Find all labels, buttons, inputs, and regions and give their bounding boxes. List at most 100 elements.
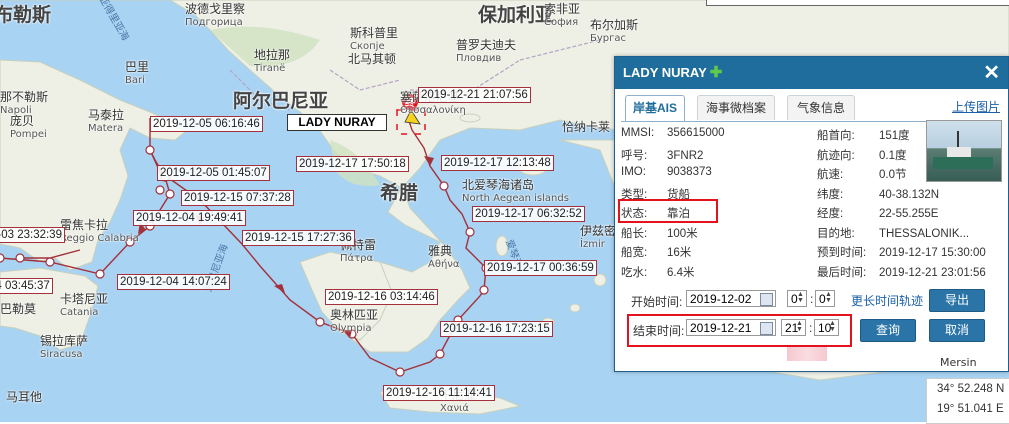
track-point-label[interactable]: 2019-12-17 00:36:59	[484, 260, 597, 276]
tab-maritime-archive[interactable]: 海事微档案	[697, 95, 775, 120]
start-hour-input[interactable]: 0 ▲ ▼	[787, 290, 807, 307]
start-minute-input[interactable]: 0 ▲ ▼	[815, 290, 835, 307]
city-label-northaegean: 北爱琴海诸岛 North Aegean islands	[462, 176, 569, 204]
city-label-podgorica: 波德戈里察 Подгорица	[185, 0, 245, 28]
end-minute-input[interactable]: 10 ▲ ▼	[814, 319, 839, 336]
city-local-name: Catania	[60, 307, 99, 318]
field-key: 经度:	[817, 208, 844, 220]
track-point-label[interactable]: 2019-12-04 19:49:41	[133, 210, 246, 226]
city-label-syracuse: 锡拉库萨 Siracusa	[40, 332, 88, 360]
city-name: 恰纳卡莱	[562, 120, 611, 134]
city-local-name: North Aegean islands	[462, 193, 569, 204]
field-value: 9038373	[667, 166, 712, 178]
vessel-field-row: 船首向: 151度	[817, 127, 910, 143]
track-point-label[interactable]: 2019-12-15 17:27:36	[242, 230, 355, 246]
city-label-catanzaro: 卡塔尼亚 Catania	[60, 290, 108, 318]
start-date-input[interactable]: 2019-12-02	[686, 290, 776, 307]
track-point-label[interactable]: 04 03:45:37	[0, 278, 53, 294]
country-label-greece: 希腊	[380, 182, 419, 204]
vessel-photo[interactable]	[926, 120, 1002, 182]
track-point-label[interactable]: 2019-12-16 03:14:46	[325, 289, 438, 305]
vessel-field-row: 呼号: 3FNR2	[621, 147, 703, 163]
vessel-field-row: MMSI: 356615000	[621, 127, 725, 139]
city-label-tirana: 地拉那 Tiranë	[254, 46, 290, 74]
track-point-label[interactable]: 2019-12-21 21:07:56	[418, 87, 531, 103]
tab-weather[interactable]: 气象信息	[787, 95, 855, 120]
city-label-malta: 马耳他	[6, 388, 42, 405]
field-key: 呼号:	[621, 149, 648, 162]
field-value: THESSALONIK...	[879, 227, 970, 240]
city-local-name: Αθήνα	[428, 259, 460, 270]
track-point-label[interactable]: 2019-12-05 06:16:46	[150, 116, 263, 132]
end-time-label: 结束时间:	[633, 324, 685, 338]
track-point-label[interactable]: 2019-12-16 17:23:15	[440, 321, 553, 337]
city-local-name: София	[544, 17, 579, 28]
status-highlight-box	[618, 199, 718, 223]
city-name: 巴勒莫	[0, 302, 37, 316]
ship-name-tag[interactable]: LADY NURAY	[287, 114, 387, 131]
track-point-label[interactable]: 2019-12-16 11:14:41	[383, 385, 495, 401]
country-label-bulgarian-edge: 布勒斯	[0, 4, 52, 26]
city-label-palermo: 巴勒莫	[0, 300, 36, 317]
calendar-icon[interactable]	[760, 293, 773, 306]
field-value: 6.4米	[667, 266, 695, 279]
longitude-readout: 19° 51.041 E	[937, 403, 1004, 415]
query-button[interactable]: 查询	[860, 319, 916, 342]
field-value: 3FNR2	[667, 149, 704, 162]
end-date-input[interactable]: 2019-12-21	[686, 319, 776, 336]
track-point-label[interactable]: 2019-12-04 14:07:24	[117, 274, 230, 290]
panel-title: LADY NURAY	[623, 65, 707, 80]
city-label-north-macedonia: 北马其顿	[348, 50, 396, 67]
track-point-label[interactable]: 2-03 23:32:39	[0, 227, 65, 243]
vessel-field-row: 航迹向: 0.1度	[817, 147, 907, 163]
field-key: IMO:	[621, 166, 646, 178]
city-name: 马泰拉	[88, 108, 125, 122]
top-toolbar-edge	[706, 0, 1009, 6]
upload-photo-link[interactable]: 上传图片	[952, 98, 1000, 115]
city-name: 北马其顿	[348, 52, 397, 66]
city-local-name: Reggio Calabria	[60, 233, 139, 244]
city-name: 卡塔尼亚	[60, 292, 109, 306]
city-label-skopje: 斯科普里 Скопје	[350, 24, 398, 52]
track-point-label[interactable]: 2019-12-17 17:50:18	[296, 156, 409, 172]
vessel-field-row: 吃水: 6.4米	[621, 264, 695, 280]
close-icon[interactable]: ✕	[983, 57, 1000, 89]
export-button[interactable]: 导出	[929, 289, 985, 312]
field-key: MMSI:	[621, 127, 655, 139]
cancel-button[interactable]: 取消	[929, 319, 985, 342]
start-time-separator: :	[810, 292, 814, 306]
city-name: 马耳他	[6, 390, 43, 404]
track-point-label[interactable]: 2019-12-17 06:32:52	[472, 206, 585, 222]
field-value: 356615000	[667, 127, 725, 139]
city-name: 庞贝	[10, 114, 35, 128]
city-local-name: Подгорица	[185, 17, 243, 28]
longer-track-link[interactable]: 更长时间轨迹	[851, 292, 923, 309]
track-point-label[interactable]: 2019-12-17 12:13:48	[441, 155, 554, 171]
calendar-icon[interactable]	[760, 322, 773, 335]
latitude-readout: 34° 52.248 N	[937, 383, 1005, 395]
vessel-field-row: 最后时间: 2019-12-21 23:01:56	[817, 264, 986, 280]
vessel-field-row: 经度: 22-55.255E	[817, 205, 938, 221]
city-label-athens: 雅典 Αθήνα	[428, 242, 459, 270]
city-label-bari: 巴里 Bari	[125, 58, 149, 86]
track-point-label[interactable]: 2019-12-15 07:37:28	[181, 190, 294, 206]
city-label-pompei: 庞贝 Pompei	[10, 112, 47, 140]
field-key: 船宽:	[621, 247, 648, 259]
vessel-field-row: 船宽: 16米	[621, 244, 691, 260]
city-name: 巴里	[125, 60, 150, 74]
country-label-albania: 阿尔巴尼亚	[233, 90, 329, 112]
track-point-label[interactable]: 2019-12-05 01:45:07	[157, 165, 270, 181]
city-name: 雅典	[428, 244, 453, 258]
end-hour-input[interactable]: 21 ▲ ▼	[781, 319, 806, 336]
field-key: 船长:	[621, 227, 648, 240]
field-value: 16米	[667, 247, 692, 259]
city-local-name: Bari	[125, 75, 145, 86]
end-time-separator: :	[809, 321, 813, 335]
tab-ais[interactable]: 岸基AIS	[625, 95, 685, 121]
add-favorite-icon[interactable]: ✚	[710, 64, 723, 81]
city-name: 锡拉库萨	[40, 334, 89, 348]
field-value: 22-55.255E	[879, 208, 939, 220]
city-label-burgas: 布尔加斯 Бургас	[590, 16, 638, 44]
city-local-name: Tiranë	[254, 63, 286, 74]
country-label-bulgaria: 保加利亚	[478, 4, 555, 26]
